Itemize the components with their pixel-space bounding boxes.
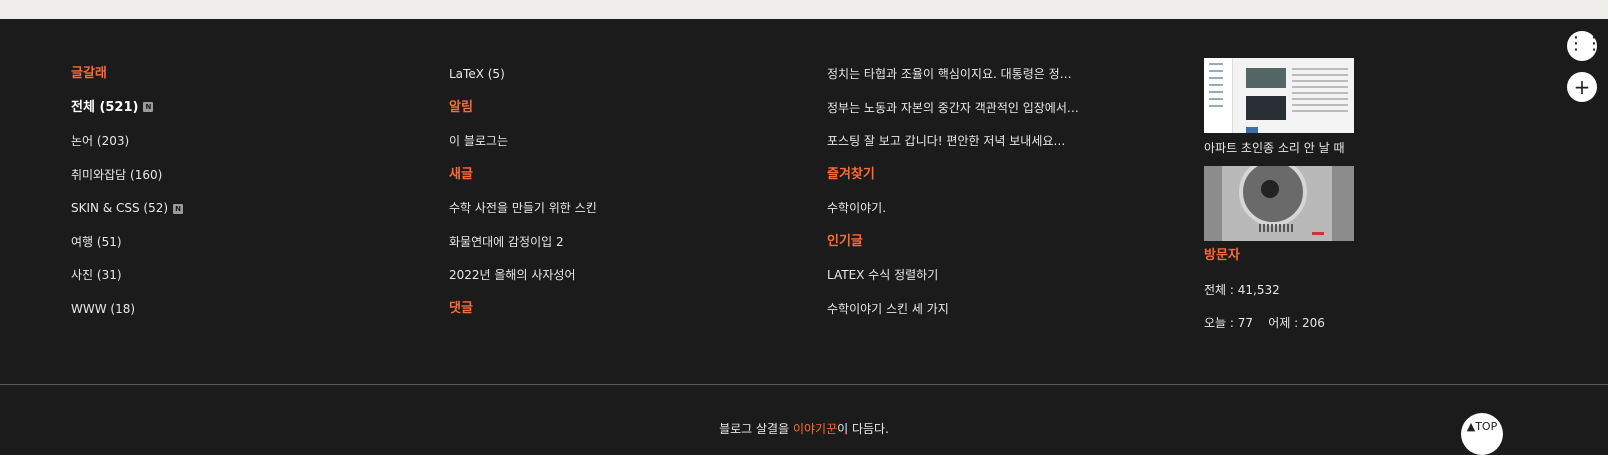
category-item-label: 여행 (51): [71, 234, 122, 249]
notice-heading: 알림: [449, 99, 473, 115]
category-total-label: 전체 (521): [71, 99, 139, 115]
category-item[interactable]: 사진 (31): [71, 260, 183, 294]
popular-heading: 인기글: [827, 233, 863, 249]
post-thumbnail-screenshot[interactable]: [1204, 58, 1354, 133]
category-item-label: 사진 (31): [71, 268, 122, 282]
comments-heading: 댓글: [449, 300, 473, 316]
favorite-item[interactable]: 수학이야기.: [827, 193, 1079, 227]
post-thumbnail-doorbell[interactable]: [1204, 166, 1354, 241]
new-post-item[interactable]: 수학 사전을 만들기 위한 스킨: [449, 193, 597, 227]
category-item-label: WWW (18): [71, 301, 136, 316]
comment-item[interactable]: 정부는 노동과 자본의 중간자 객관적인 입장에서…: [827, 93, 1079, 127]
footer-divider: [0, 384, 1608, 385]
category-latex[interactable]: LaTeX (5): [449, 59, 597, 93]
doorbell-speaker: [1259, 224, 1293, 232]
notice-item[interactable]: 이 블로그는: [449, 126, 597, 160]
category-item-label: 논어 (203): [71, 134, 130, 148]
category-heading: 글갈래: [71, 66, 107, 81]
plus-icon[interactable]: +: [1567, 72, 1597, 102]
blog-footer: 글갈래 전체 (521) N 논어 (203) 취미와잡담 (160) SKIN & …: [0, 19, 1608, 438]
thumbnail-text-lines: [1292, 68, 1348, 116]
new-post-item[interactable]: 2022년 올해의 사자성어: [449, 260, 597, 294]
thumbnail-image-block: [1246, 68, 1286, 88]
category-item[interactable]: 논어 (203): [71, 126, 183, 160]
visitors-heading: 방문자: [1204, 248, 1240, 263]
scroll-top-button[interactable]: ▲TOP: [1461, 413, 1503, 455]
thumbnail-image-block: [1246, 96, 1286, 120]
category-item-label: 취미와잡담 (160): [71, 167, 163, 182]
visitors-today-yesterday: 오늘 : 77 어제 : 206: [1204, 316, 1325, 330]
thumbnail-caption[interactable]: 아파트 초인종 소리 안 날 때: [1204, 133, 1354, 166]
thumbnail-visitor-column: 아파트 초인종 소리 안 날 때 방문자 전체 : 41,532 오늘 : 77…: [1204, 58, 1354, 342]
new-post-item[interactable]: 화물연대에 감정이입 2: [449, 227, 597, 261]
new-badge: N: [173, 203, 184, 214]
favorites-heading: 즐겨찾기: [827, 166, 875, 182]
doorbell-led: [1312, 232, 1324, 235]
category-total[interactable]: 전체 (521) N: [71, 93, 183, 127]
category-item-label: SKIN & CSS (52): [71, 201, 169, 215]
comment-item[interactable]: 포스팅 잘 보고 갑니다! 편안한 저녁 보내세요…: [827, 126, 1079, 160]
popular-post-item[interactable]: 수학이야기 스킨 세 가지: [827, 294, 1079, 328]
visitors-total: 전체 : 41,532: [1204, 282, 1280, 297]
new-posts-heading: 새글: [449, 166, 473, 182]
notice-newposts-column: LaTeX (5) 알림 이 블로그는 새글 수학 사전을 만들기 위한 스킨 …: [449, 59, 597, 327]
category-column: 글갈래 전체 (521) N 논어 (203) 취미와잡담 (160) SKIN & …: [71, 59, 184, 328]
category-item[interactable]: 여행 (51): [71, 227, 183, 261]
thumbnail-sidebar: [1204, 58, 1233, 133]
copyright-suffix: 이 다듬다.: [837, 422, 889, 436]
category-item[interactable]: WWW (18): [71, 294, 183, 328]
menu-dots-icon[interactable]: ⋮⋮: [1567, 31, 1603, 61]
category-list: 논어 (203) 취미와잡담 (160) SKIN & CSS (52) N 여행 (5…: [71, 126, 184, 328]
comment-item[interactable]: 정치는 타협과 조율이 핵심이지요. 대통령은 정…: [827, 59, 1079, 93]
category-item[interactable]: SKIN & CSS (52) N: [71, 193, 184, 227]
popular-post-item[interactable]: LATEX 수식 정렬하기: [827, 260, 1079, 294]
new-badge: N: [143, 102, 154, 112]
doorbell-lens: [1261, 180, 1279, 198]
thumbnail-accent: [1246, 127, 1258, 133]
copyright-line: 블로그 살결을 이야기꾼이 다듬다.: [0, 420, 1608, 438]
top-bar: [0, 0, 1608, 19]
author-link[interactable]: 이야기꾼: [793, 422, 837, 436]
comments-popular-column: 정치는 타협과 조율이 핵심이지요. 대통령은 정… 정부는 노동과 자본의 중…: [827, 59, 1079, 327]
category-item[interactable]: 취미와잡담 (160): [71, 160, 183, 194]
copyright-prefix: 블로그 살결을: [719, 422, 793, 436]
